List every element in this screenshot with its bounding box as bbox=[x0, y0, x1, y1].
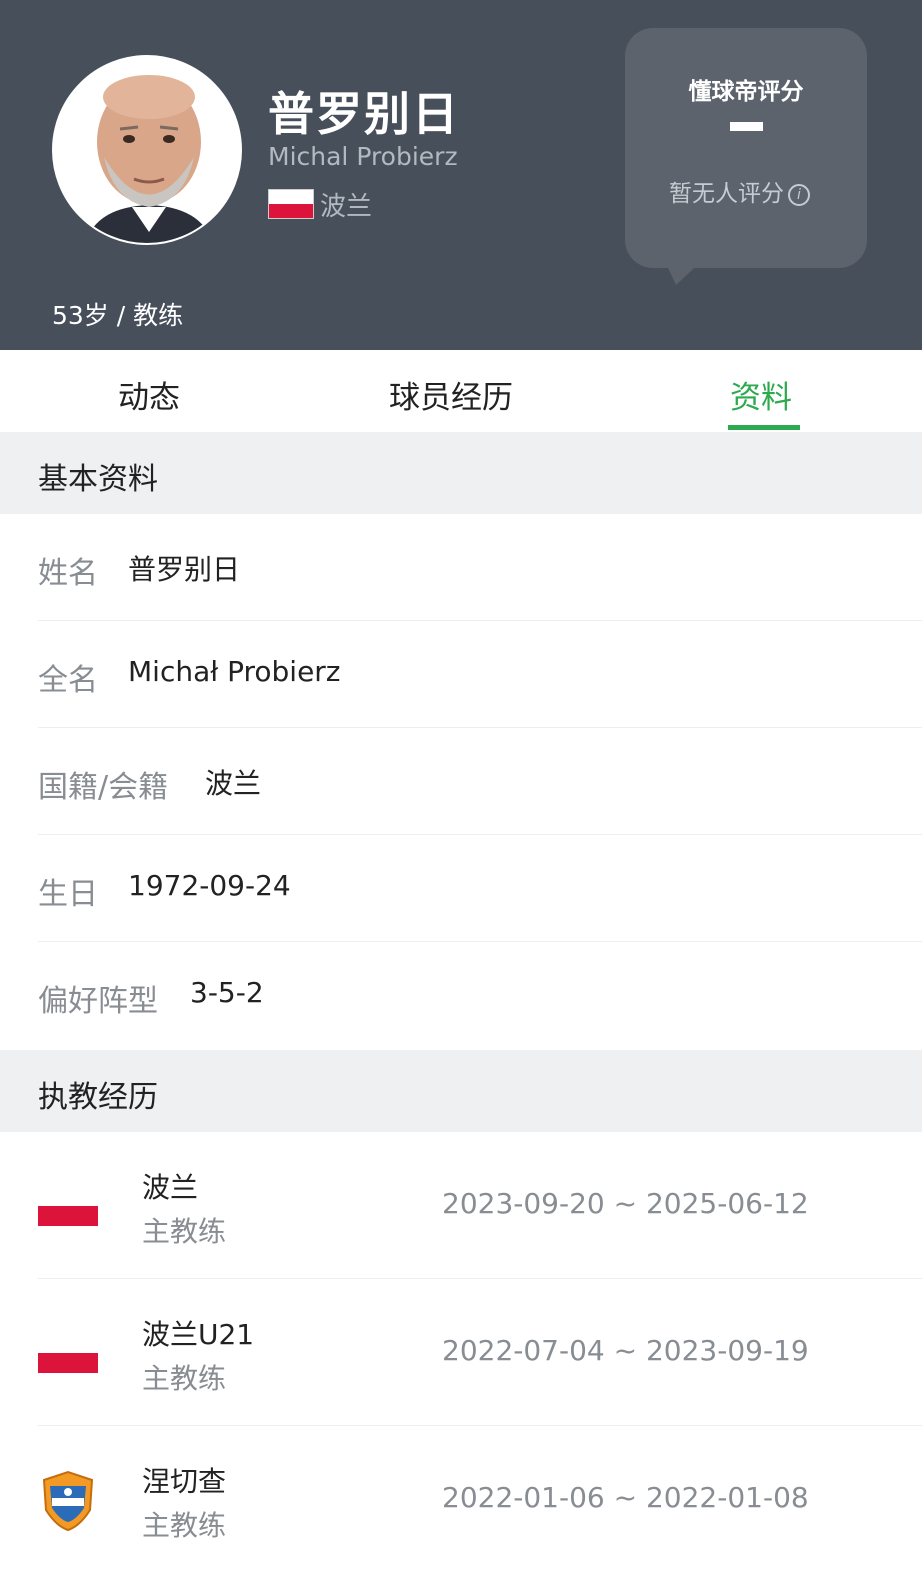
section-title: 执教经历 bbox=[38, 1080, 158, 1115]
section-title: 基本资料 bbox=[38, 462, 158, 497]
tab-player-career[interactable]: 球员经历 bbox=[389, 372, 513, 417]
career-item[interactable]: 波兰 主教练 2023-09-20 ~ 2025-06-12 bbox=[0, 1132, 922, 1279]
active-tab-indicator bbox=[728, 425, 800, 430]
age-role: 53岁 / 教练 bbox=[52, 301, 184, 330]
poland-flag-icon bbox=[38, 1333, 98, 1373]
rating-note: 暂无人评分 i bbox=[669, 174, 810, 208]
career-item[interactable]: 涅切查 主教练 2022-01-06 ~ 2022-01-08 bbox=[0, 1426, 922, 1573]
info-icon[interactable]: i bbox=[788, 184, 810, 206]
info-row-birthday: 生日 1972-09-24 bbox=[0, 835, 922, 942]
coach-name-en: Michal Probierz bbox=[268, 142, 458, 171]
section-basic-info: 基本资料 bbox=[0, 432, 922, 514]
section-coaching-history: 执教经历 bbox=[0, 1050, 922, 1132]
career-role: 主教练 bbox=[142, 1362, 227, 1395]
career-role: 主教练 bbox=[142, 1509, 227, 1542]
info-label: 偏好阵型 bbox=[38, 984, 158, 1019]
career-team: 涅切查 bbox=[142, 1465, 227, 1498]
info-label: 国籍/会籍 bbox=[38, 770, 169, 805]
info-row-name: 姓名 普罗别日 bbox=[0, 514, 922, 621]
rating-note-text: 暂无人评分 bbox=[669, 181, 784, 207]
rating-title: 懂球帝评分 bbox=[688, 79, 804, 105]
coach-avatar bbox=[52, 55, 242, 245]
poland-flag-icon bbox=[268, 189, 314, 219]
career-role: 主教练 bbox=[142, 1215, 227, 1248]
info-value: 1972-09-24 bbox=[128, 869, 291, 902]
info-label: 生日 bbox=[38, 877, 98, 912]
coach-country: 波兰 bbox=[320, 192, 373, 222]
career-dates: 2022-07-04 ~ 2023-09-19 bbox=[442, 1334, 809, 1367]
career-team: 波兰U21 bbox=[142, 1318, 255, 1351]
tab-bar: 动态 球员经历 资料 bbox=[0, 350, 922, 432]
info-row-fullname: 全名 Michał Probierz bbox=[0, 621, 922, 728]
info-value: 波兰 bbox=[205, 767, 262, 800]
rating-value bbox=[730, 122, 763, 131]
info-label: 姓名 bbox=[38, 556, 98, 591]
avatar-photo-icon bbox=[54, 57, 240, 243]
info-row-formation: 偏好阵型 3-5-2 bbox=[0, 942, 922, 1049]
career-item[interactable]: 波兰U21 主教练 2022-07-04 ~ 2023-09-19 bbox=[0, 1279, 922, 1426]
info-value: 普罗别日 bbox=[128, 553, 241, 586]
info-value: 3-5-2 bbox=[190, 976, 264, 1009]
info-row-nationality: 国籍/会籍 波兰 bbox=[0, 728, 922, 835]
coach-name-cn: 普罗别日 bbox=[268, 87, 460, 141]
career-dates: 2022-01-06 ~ 2022-01-08 bbox=[442, 1481, 809, 1514]
poland-flag-icon bbox=[38, 1186, 98, 1226]
club-crest-icon bbox=[42, 1470, 94, 1532]
career-team: 波兰 bbox=[142, 1171, 199, 1204]
info-value: Michał Probierz bbox=[128, 655, 341, 688]
tab-feed[interactable]: 动态 bbox=[118, 372, 180, 417]
career-dates: 2023-09-20 ~ 2025-06-12 bbox=[442, 1187, 809, 1220]
tab-profile[interactable]: 资料 bbox=[730, 372, 792, 417]
rating-box[interactable]: 懂球帝评分 暂无人评分 i bbox=[625, 28, 867, 268]
info-label: 全名 bbox=[38, 663, 98, 698]
profile-header: 普罗别日 Michal Probierz 波兰 53岁 / 教练 懂球帝评分 暂… bbox=[0, 0, 922, 350]
